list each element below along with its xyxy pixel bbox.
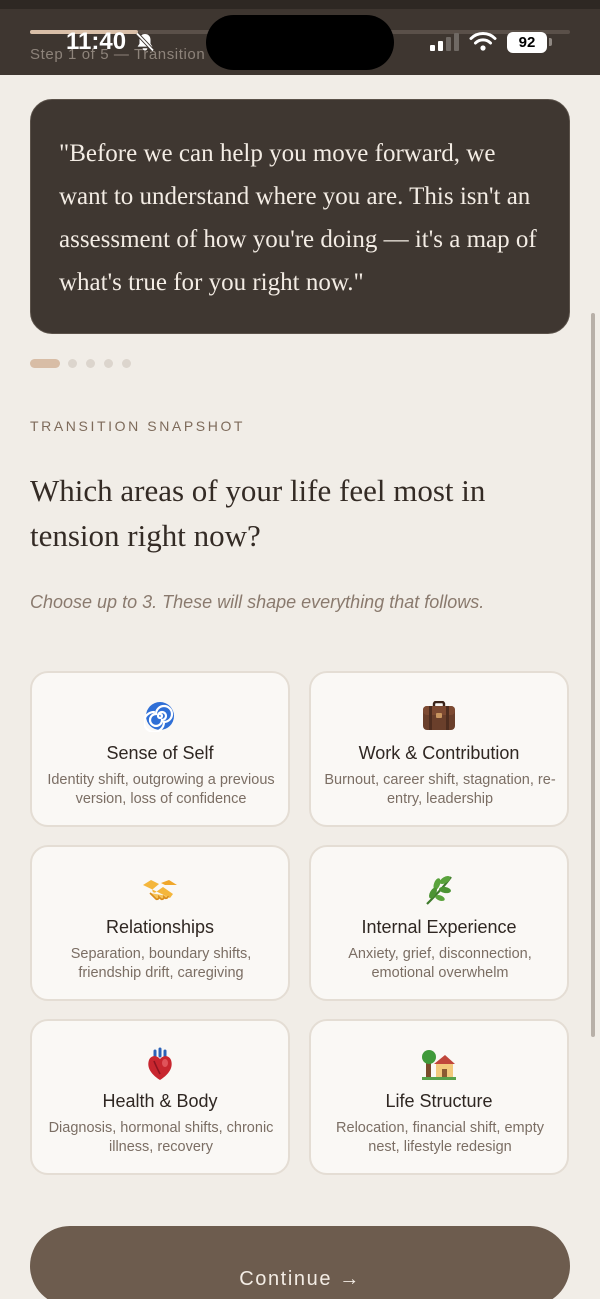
carousel-dot-active[interactable]	[30, 359, 60, 368]
house-with-garden-icon	[311, 1047, 567, 1081]
carousel-dot[interactable]	[68, 359, 77, 368]
option-card-work-contribution[interactable]: Work & Contribution Burnout, career shif…	[309, 671, 569, 827]
option-description: Anxiety, grief, disconnection, emotional…	[348, 946, 532, 981]
cellular-signal-icon	[430, 33, 459, 51]
carousel-dot[interactable]	[86, 359, 95, 368]
option-card-internal-experience[interactable]: Internal Experience Anxiety, grief, disc…	[309, 845, 569, 1001]
option-card-sense-of-self[interactable]: Sense of Self Identity shift, outgrowing…	[30, 671, 290, 827]
battery-indicator: 92	[507, 32, 547, 53]
top-strip	[0, 0, 600, 9]
anatomical-heart-icon	[32, 1047, 288, 1081]
intro-quote-text: "Before we can help you move forward, we…	[59, 140, 537, 296]
option-title: Work & Contribution	[358, 743, 520, 763]
question-title: Which areas of your life feel most in te…	[30, 473, 486, 553]
spiral-icon	[32, 699, 288, 733]
option-title: Life Structure	[385, 1091, 493, 1111]
wifi-icon	[469, 32, 497, 51]
option-description: Separation, boundary shifts, friendship …	[70, 946, 252, 981]
option-title: Internal Experience	[361, 917, 517, 937]
option-title: Sense of Self	[106, 743, 214, 763]
option-description: Relocation, financial shift, empty nest,…	[336, 1120, 544, 1155]
question-subtitle: Choose up to 3. These will shape everyth…	[30, 592, 485, 612]
scrollbar[interactable]	[591, 313, 595, 1037]
battery-cap	[549, 38, 552, 46]
herb-icon	[311, 873, 567, 907]
briefcase-icon	[311, 699, 567, 733]
intro-quote-card: "Before we can help you move forward, we…	[30, 99, 570, 334]
option-description: Diagnosis, hormonal shifts, chronic illn…	[48, 1120, 274, 1155]
header-bar: Step 1 of 5 — Transition 11:40 92	[0, 0, 600, 75]
option-title: Health & Body	[102, 1091, 218, 1111]
status-time: 11:40	[66, 28, 127, 55]
option-card-relationships[interactable]: Relationships Separation, boundary shift…	[30, 845, 290, 1001]
continue-button[interactable]: Continue →	[30, 1226, 570, 1299]
handshake-icon	[32, 873, 288, 907]
carousel-dot[interactable]	[122, 359, 131, 368]
bell-slash-icon	[135, 32, 155, 52]
option-card-health-body[interactable]: Health & Body Diagnosis, hormonal shifts…	[30, 1019, 290, 1175]
carousel-dot[interactable]	[104, 359, 113, 368]
option-description: Identity shift, outgrowing a previous ve…	[47, 772, 275, 807]
option-card-life-structure[interactable]: Life Structure Relocation, financial shi…	[309, 1019, 569, 1175]
screen: Step 1 of 5 — Transition 11:40 92 "Befor…	[0, 0, 600, 1299]
dynamic-island	[206, 15, 394, 70]
option-description: Burnout, career shift, stagnation, re-en…	[324, 772, 556, 807]
option-title: Relationships	[105, 917, 215, 937]
section-eyebrow: TRANSITION SNAPSHOT	[30, 418, 246, 434]
